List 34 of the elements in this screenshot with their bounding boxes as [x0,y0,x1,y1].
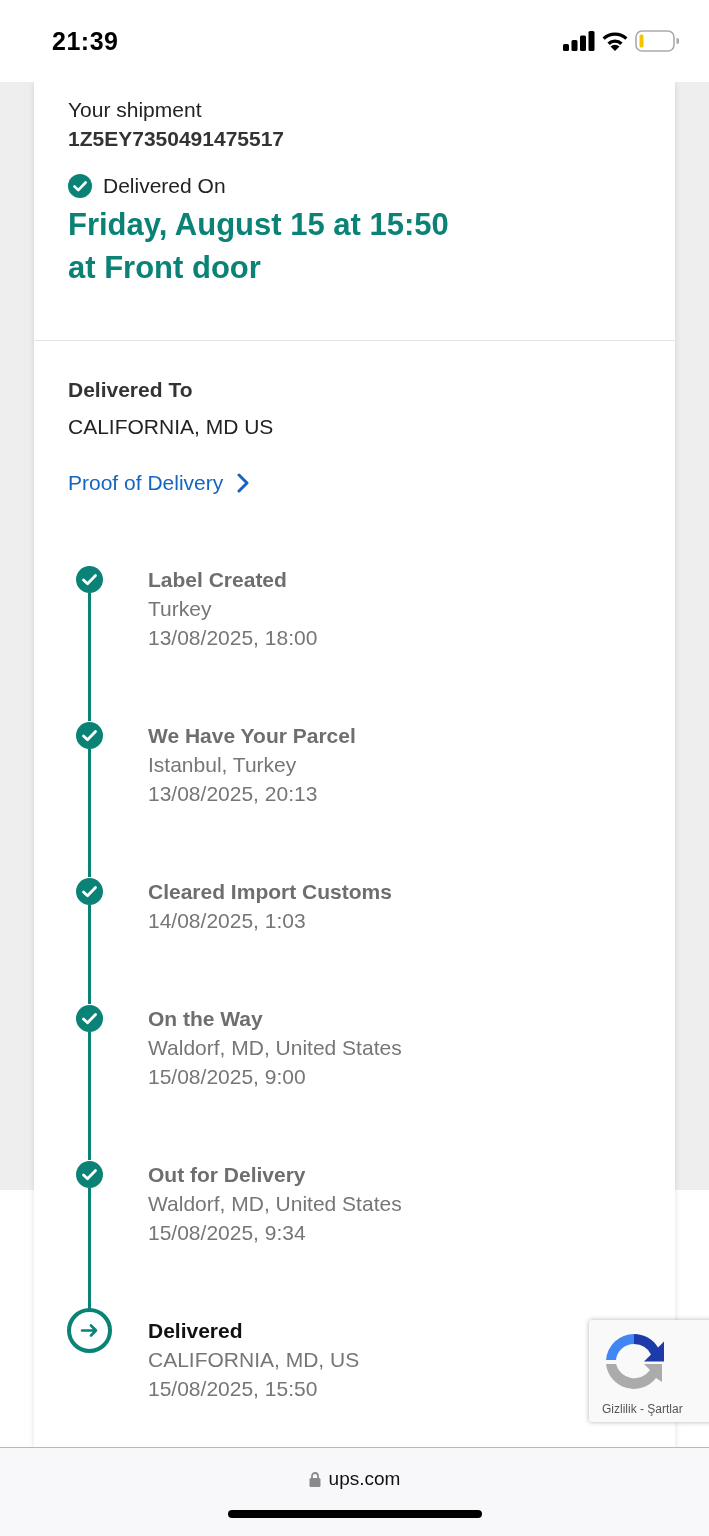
lock-icon [308,1471,321,1487]
proof-of-delivery-link[interactable]: Proof of Delivery [68,468,250,497]
delivery-date: Friday, August 15 at 15:50 [68,206,450,244]
event-title: Out for Delivery [148,1162,307,1188]
event-title: Delivered [148,1318,244,1344]
event-detail: Waldorf, MD, United States [148,1035,402,1061]
event-detail: 15/08/2025, 9:34 [148,1220,307,1246]
chevron-right-icon [237,472,250,493]
event-detail: Istanbul, Turkey [148,752,298,778]
event-title: We Have Your Parcel [148,723,356,749]
event-detail: CALIFORNIA, MD, US [148,1347,360,1373]
delivery-address: CALIFORNIA, MD US [68,414,275,440]
event-detail: 13/08/2025, 20:13 [148,781,319,807]
event-detail: 15/08/2025, 9:00 [148,1064,307,1090]
privacy-terms-text[interactable]: Gizlilik - Şartlar [602,1402,683,1416]
wifi-icon [601,31,629,51]
event-title: On the Way [148,1006,264,1032]
check-circle-icon [68,173,92,198]
delivery-status: Delivered On [103,173,226,199]
event-detail: Turkey [148,596,213,622]
delivery-place: at Front door [68,249,262,287]
event-title: Cleared Import Customs [148,879,392,905]
shipment-label: Your shipment [68,97,203,123]
clock-time: 21:39 [52,26,119,56]
event-detail: 14/08/2025, 1:03 [148,908,307,934]
tracking-number: 1Z5EY7350491475517 [68,126,286,152]
event-detail: Waldorf, MD, United States [148,1191,402,1217]
event-title: Label Created [148,567,288,593]
delivered-to-label: Delivered To [68,377,194,403]
battery-icon [635,30,679,52]
event-detail: 15/08/2025, 15:50 [148,1376,319,1402]
url-text[interactable]: ups.com [328,1468,401,1490]
signal-icon [563,31,595,51]
event-detail: 13/08/2025, 18:00 [148,625,318,651]
